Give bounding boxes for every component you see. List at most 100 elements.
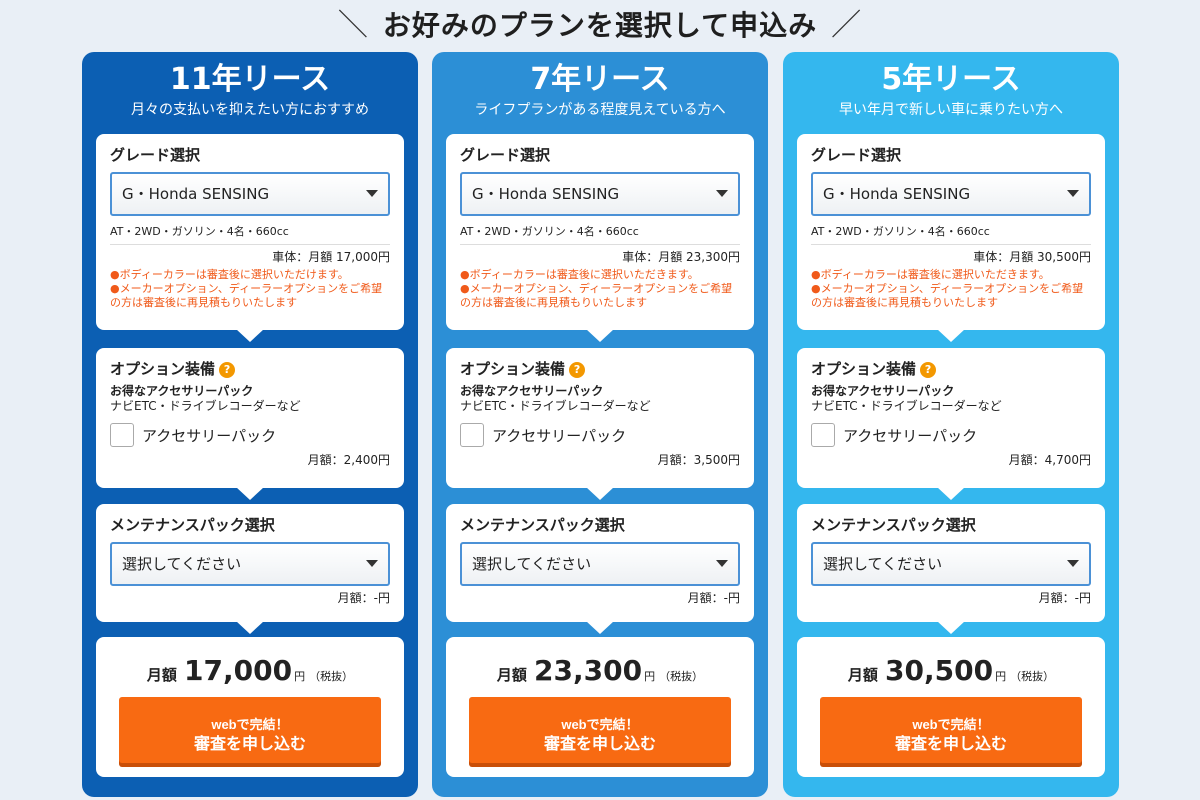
maintenance-select-value: 選択してください	[823, 555, 943, 573]
grade-select-value: G・Honda SENSING	[122, 185, 270, 203]
heading-slash-left: ＼	[337, 8, 369, 43]
grade-card: グレード選択 G・Honda SENSING AT・2WD・ガソリン・4名・66…	[96, 134, 404, 342]
note-body-color: ●ボディーカラーは審査後に選択いただきます。	[811, 268, 1050, 281]
grade-select[interactable]: G・Honda SENSING	[110, 172, 390, 216]
total-tax: （税抜）	[1010, 670, 1055, 683]
spec-text: AT・2WD・ガソリン・4名・660cc	[460, 225, 639, 238]
plan-subtitle: 月々の支払いを抑えたい方におすすめ	[131, 102, 369, 118]
apply-button[interactable]: webで完結！ 審査を申し込む	[469, 697, 731, 763]
total-card: 月額 30,500 円（税抜） webで完結！ 審査を申し込む	[797, 637, 1105, 777]
total-label: 月額	[146, 666, 177, 684]
grade-select-value: G・Honda SENSING	[823, 185, 971, 203]
body-price: 車体：月額 30,500円	[811, 244, 1091, 264]
maint-title: メンテナンスパック選択	[811, 516, 976, 534]
total-card: 月額 17,000 円（税抜） webで完結！ 審査を申し込む	[96, 637, 404, 777]
notes: ●ボディーカラーは審査後に選択いただけます。 ●メーカーオプション、ディーラーオ…	[110, 268, 390, 310]
accessory-pack-label[interactable]: アクセサリーパック	[142, 425, 276, 446]
plan-title: 5年リース	[881, 62, 1021, 97]
pack-name: お得なアクセサリーパック	[110, 384, 254, 398]
total-label: 月額	[496, 666, 527, 684]
pack-price: 月額：4,700円	[1008, 453, 1091, 467]
plan-title: 11年リース	[169, 62, 331, 97]
plan-title: 7年リース	[530, 62, 670, 97]
apply-button[interactable]: webで完結！ 審査を申し込む	[820, 697, 1082, 763]
pack-name: お得なアクセサリーパック	[811, 384, 955, 398]
total-line: 月額 30,500 円（税抜）	[811, 651, 1091, 691]
maintenance-select[interactable]: 選択してください	[811, 542, 1091, 586]
note-options: ●メーカーオプション、ディーラーオプションをご希望の方は審査後に再見積もりいたし…	[110, 282, 383, 309]
accessory-pack-option[interactable]: アクセサリーパック	[460, 422, 740, 448]
apply-line2: 審査を申し込む	[543, 736, 656, 753]
options-title: オプション装備	[110, 360, 216, 378]
apply-line2: 審査を申し込む	[894, 736, 1007, 753]
maintenance-select-value: 選択してください	[122, 555, 242, 573]
maintenance-select[interactable]: 選択してください	[110, 542, 390, 586]
maint-title: メンテナンスパック選択	[110, 516, 275, 534]
pack-desc: ナビETC・ドライブレコーダーなど	[460, 399, 651, 413]
grade-card: グレード選択 G・Honda SENSING AT・2WD・ガソリン・4名・66…	[797, 134, 1105, 342]
apply-line2: 審査を申し込む	[193, 736, 306, 753]
pack-desc: ナビETC・ドライブレコーダーなど	[110, 399, 301, 413]
apply-line1: webで完結！	[561, 717, 639, 732]
chevron-down-icon	[366, 560, 378, 567]
maintenance-select[interactable]: 選択してください	[460, 542, 740, 586]
grade-title: グレード選択	[110, 146, 201, 164]
apply-button[interactable]: webで完結！ 審査を申し込む	[119, 697, 381, 763]
accessory-pack-option[interactable]: アクセサリーパック	[811, 422, 1091, 448]
pack-price: 月額：3,500円	[657, 453, 740, 467]
page-heading: ＼ お好みのプランを選択して申込み ／	[0, 6, 1200, 46]
chevron-down-icon	[366, 190, 378, 197]
notes: ●ボディーカラーは審査後に選択いただきます。 ●メーカーオプション、ディーラーオ…	[460, 268, 740, 310]
plan-subtitle: 早い年月で新しい車に乗りたい方へ	[839, 102, 1063, 118]
chevron-down-icon	[1067, 190, 1079, 197]
accessory-pack-checkbox[interactable]	[460, 423, 484, 447]
option-card: オプション装備? お得なアクセサリーパック ナビETC・ドライブレコーダーなど …	[797, 348, 1105, 500]
total-unit: 円	[644, 670, 656, 683]
total-tax: （税抜）	[659, 670, 704, 683]
total-card: 月額 23,300 円（税抜） webで完結！ 審査を申し込む	[446, 637, 754, 777]
chevron-down-icon	[716, 560, 728, 567]
note-body-color: ●ボディーカラーは審査後に選択いただきます。	[460, 268, 699, 281]
options-title-row: オプション装備?	[811, 358, 1091, 380]
maintenance-card: メンテナンスパック選択 選択してください 月額：-円	[96, 504, 404, 634]
heading-slash-right: ／	[831, 8, 863, 43]
apply-line1: webで完結！	[211, 717, 289, 732]
accessory-pack-checkbox[interactable]	[110, 423, 134, 447]
total-tax: （税抜）	[309, 670, 354, 683]
total-line: 月額 23,300 円（税抜）	[460, 651, 740, 691]
total-amount: 17,000	[184, 654, 293, 687]
apply-line1: webで完結！	[912, 717, 990, 732]
total-line: 月額 17,000 円（税抜）	[110, 651, 390, 691]
options-title-row: オプション装備?	[460, 358, 740, 380]
help-icon[interactable]: ?	[920, 362, 937, 378]
total-unit: 円	[995, 670, 1007, 683]
pack-desc: ナビETC・ドライブレコーダーなど	[811, 399, 1002, 413]
total-amount: 30,500	[885, 654, 994, 687]
options-title: オプション装備	[460, 360, 566, 378]
grade-select[interactable]: G・Honda SENSING	[811, 172, 1091, 216]
maint-price: 月額：-円	[1038, 591, 1091, 605]
maint-price: 月額：-円	[687, 591, 740, 605]
grade-title: グレード選択	[460, 146, 551, 164]
spec-text: AT・2WD・ガソリン・4名・660cc	[811, 225, 990, 238]
maint-title: メンテナンスパック選択	[460, 516, 625, 534]
options-title: オプション装備	[811, 360, 917, 378]
accessory-pack-checkbox[interactable]	[811, 423, 835, 447]
heading-text: お好みのプランを選択して申込み	[382, 9, 818, 42]
pack-name: お得なアクセサリーパック	[460, 384, 604, 398]
accessory-pack-label[interactable]: アクセサリーパック	[492, 425, 626, 446]
option-card: オプション装備? お得なアクセサリーパック ナビETC・ドライブレコーダーなど …	[96, 348, 404, 500]
help-icon[interactable]: ?	[219, 362, 236, 378]
help-icon[interactable]: ?	[569, 362, 586, 378]
chevron-down-icon	[1067, 560, 1079, 567]
options-title-row: オプション装備?	[110, 358, 390, 380]
accessory-pack-option[interactable]: アクセサリーパック	[110, 422, 390, 448]
body-price: 車体：月額 23,300円	[460, 244, 740, 264]
accessory-pack-label[interactable]: アクセサリーパック	[843, 425, 977, 446]
chevron-down-icon	[716, 190, 728, 197]
maintenance-card: メンテナンスパック選択 選択してください 月額：-円	[446, 504, 754, 634]
grade-select[interactable]: G・Honda SENSING	[460, 172, 740, 216]
notes: ●ボディーカラーは審査後に選択いただきます。 ●メーカーオプション、ディーラーオ…	[811, 268, 1091, 310]
body-price: 車体：月額 17,000円	[110, 244, 390, 264]
plan-subtitle: ライフプランがある程度見えている方へ	[474, 102, 726, 118]
